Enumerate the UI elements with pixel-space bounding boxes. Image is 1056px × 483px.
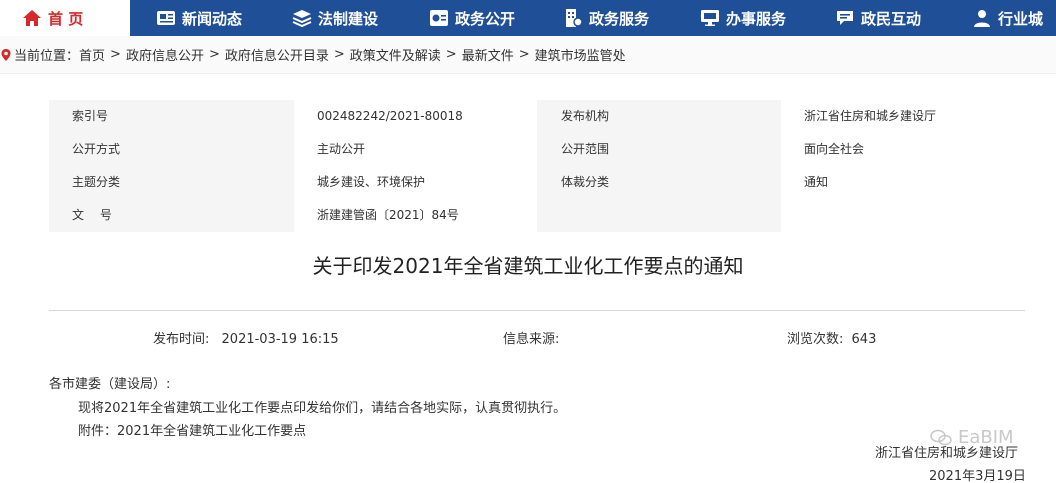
nav-interaction[interactable]: 政民互动 [835, 0, 921, 36]
open-scope-value: 面向全社会 [781, 133, 1025, 166]
breadcrumb-separator: > [518, 47, 530, 62]
topic-label: 主题分类 [72, 175, 121, 189]
publish-time: 发布时间: 2021-03-19 16:15 [153, 328, 339, 347]
info-source-label: 信息来源: [503, 332, 560, 347]
info-source: 信息来源: [503, 328, 559, 347]
view-count-label: 浏览次数: [787, 332, 844, 347]
open-scope-label: 公开范围 [561, 142, 610, 156]
nav-home-label: 首 页 [48, 9, 84, 28]
layers-icon [292, 8, 312, 28]
breadcrumb-gov-info[interactable]: 政府信息公开 [126, 45, 204, 64]
document-meta-table: 索引号 002482242/2021-80018 发布机构 浙江省住房和城乡建设… [49, 100, 1025, 232]
home-icon [22, 8, 42, 28]
breadcrumb-gov-info-catalog[interactable]: 政府信息公开目录 [225, 45, 329, 64]
publisher-value: 浙江省住房和城乡建设厅 [781, 100, 1025, 133]
nav-news-label: 新闻动态 [182, 9, 243, 28]
meta-row: 主题分类 城乡建设、环境保护 体裁分类 通知 [49, 166, 1025, 199]
watermark-text: EaBIM [958, 427, 1014, 448]
breadcrumb: 当前位置： 首页 > 政府信息公开 > 政府信息公开目录 > 政策文件及解读 >… [0, 36, 1056, 74]
nav-legal-label: 法制建设 [318, 9, 379, 28]
breadcrumb-latest-docs[interactable]: 最新文件 [462, 45, 514, 64]
index-value: 002482242/2021-80018 [294, 100, 537, 133]
nav-home[interactable]: 首 页 [0, 0, 130, 36]
docno-label: 文 号 [72, 208, 112, 222]
genre-value: 通知 [781, 166, 1025, 199]
user-badge-icon [972, 8, 992, 28]
chat-icon [835, 8, 855, 28]
monitor-icon [700, 8, 720, 28]
nav-office-service-label: 办事服务 [726, 9, 787, 28]
publisher-label: 发布机构 [561, 109, 610, 123]
topic-value: 城乡建设、环境保护 [294, 166, 537, 199]
breadcrumb-policy-docs[interactable]: 政策文件及解读 [350, 45, 441, 64]
watermark: EaBIM [930, 427, 1014, 448]
nav-news[interactable]: 新闻动态 [156, 0, 242, 36]
publish-time-label: 发布时间: [153, 332, 210, 347]
docno-value: 浙建建管函〔2021〕84号 [294, 199, 537, 232]
location-pin-icon [0, 48, 12, 62]
publish-time-value: 2021-03-19 16:15 [221, 332, 339, 347]
nav-interaction-label: 政民互动 [861, 9, 922, 28]
meta-row: 公开方式 主动公开 公开范围 面向全社会 [49, 133, 1025, 166]
body-paragraph: 现将2021年全省建筑工业化工作要点印发给你们，请结合各地实际，认真贯彻执行。 [78, 401, 567, 416]
top-navigation: 首 页 新闻动态 法制建设 政务公开 政务服务 办事服务 政民互动 行业城 [0, 0, 1056, 36]
nav-gov-affairs-label: 政务公开 [455, 9, 516, 28]
salutation: 各市建委（建设局）: [49, 377, 171, 392]
breadcrumb-separator: > [110, 47, 121, 62]
breadcrumb-department[interactable]: 建筑市场监管处 [535, 45, 626, 64]
breadcrumb-home[interactable]: 首页 [79, 45, 105, 64]
nav-industry[interactable]: 行业城 [972, 0, 1043, 36]
breadcrumb-prefix: 当前位置： [14, 49, 80, 64]
meta-row: 索引号 002482242/2021-80018 发布机构 浙江省住房和城乡建设… [49, 100, 1025, 133]
open-mode-value: 主动公开 [294, 133, 537, 166]
open-mode-label: 公开方式 [72, 142, 121, 156]
nav-gov-affairs[interactable]: 政务公开 [429, 0, 515, 36]
view-count: 浏览次数: 643 [787, 328, 876, 347]
breadcrumb-separator: > [333, 47, 345, 62]
document-check-icon [429, 8, 449, 28]
meta-row: 文 号 浙建建管函〔2021〕84号 [49, 199, 1025, 232]
breadcrumb-separator: > [445, 47, 457, 62]
breadcrumb-separator: > [208, 47, 220, 62]
title-divider [49, 310, 1025, 311]
attachment-link[interactable]: 附件：2021年全省建筑工业化工作要点 [78, 420, 306, 439]
view-count-value: 643 [851, 332, 877, 347]
news-icon [156, 8, 176, 28]
nav-industry-label: 行业城 [998, 9, 1044, 28]
building-icon [563, 8, 583, 28]
nav-office-service[interactable]: 办事服务 [700, 0, 786, 36]
article-title: 关于印发2021年全省建筑工业化工作要点的通知 [312, 254, 744, 278]
wechat-icon [930, 429, 952, 447]
index-label: 索引号 [72, 109, 109, 123]
nav-gov-service[interactable]: 政务服务 [563, 0, 649, 36]
signature-date: 2021年3月19日 [929, 469, 1026, 483]
genre-label: 体裁分类 [561, 175, 610, 189]
nav-gov-service-label: 政务服务 [589, 9, 650, 28]
nav-legal[interactable]: 法制建设 [292, 0, 378, 36]
